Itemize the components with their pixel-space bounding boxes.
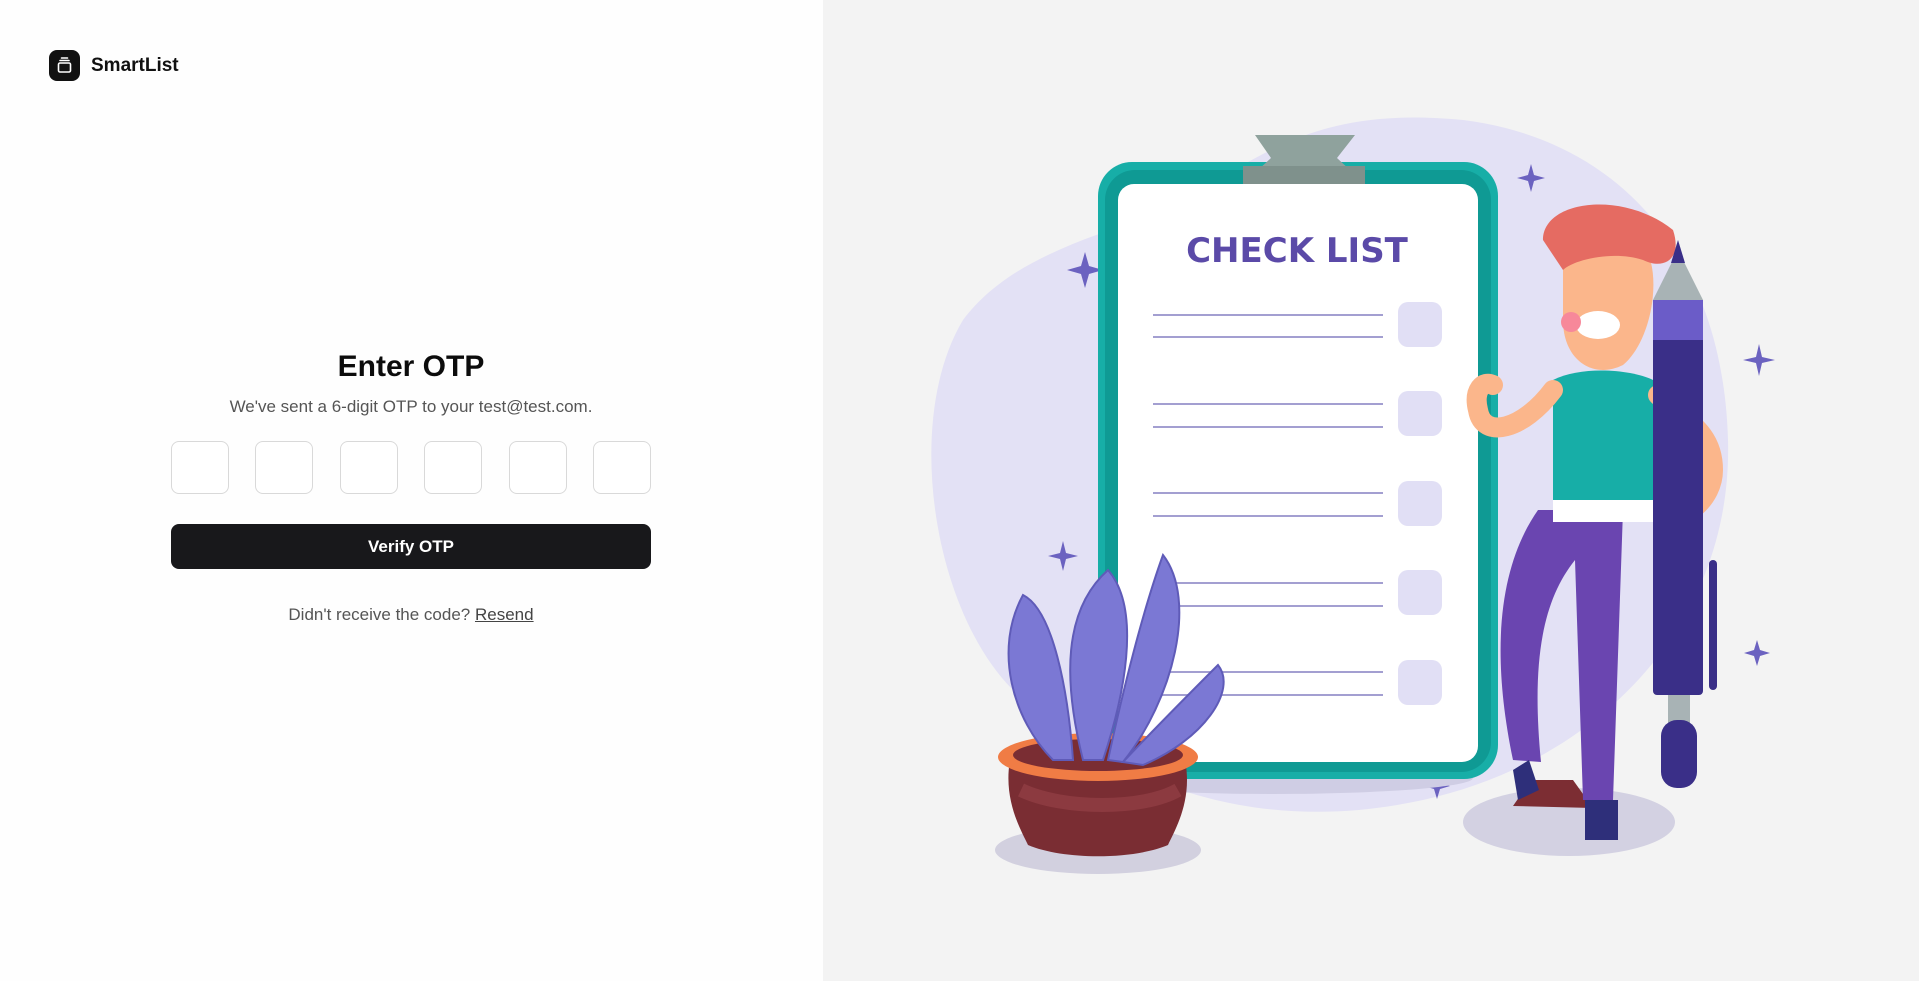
- checklist-illustration: CHECK LIST: [931, 117, 1775, 874]
- otp-form: Enter OTP We've sent a 6-digit OTP to yo…: [171, 350, 651, 625]
- resend-prompt: Didn't receive the code?: [288, 605, 471, 624]
- pencil: [1653, 300, 1703, 695]
- otp-digit-4[interactable]: [424, 441, 483, 494]
- otp-digit-2[interactable]: [255, 441, 314, 494]
- page-title: Enter OTP: [337, 350, 485, 383]
- otp-subtitle: We've sent a 6-digit OTP to your test@te…: [229, 397, 593, 416]
- otp-digit-1[interactable]: [171, 441, 229, 494]
- layers-icon: [49, 50, 80, 81]
- resend-line: Didn't receive the code? Resend: [171, 605, 651, 625]
- otp-inputs: [171, 441, 651, 494]
- resend-link[interactable]: Resend: [475, 605, 534, 624]
- brand-name: SmartList: [91, 54, 179, 76]
- otp-digit-6[interactable]: [592, 441, 651, 494]
- verify-otp-button[interactable]: Verify OTP: [171, 524, 651, 569]
- checklist-heading: CHECK LIST: [1186, 231, 1409, 271]
- otp-digit-3[interactable]: [339, 441, 398, 494]
- illustration-panel: CHECK LIST: [823, 0, 1919, 981]
- otp-digit-5[interactable]: [508, 441, 567, 494]
- login-panel: SmartList Enter OTP We've sent a 6-digit…: [0, 0, 823, 981]
- brand[interactable]: SmartList: [49, 50, 179, 81]
